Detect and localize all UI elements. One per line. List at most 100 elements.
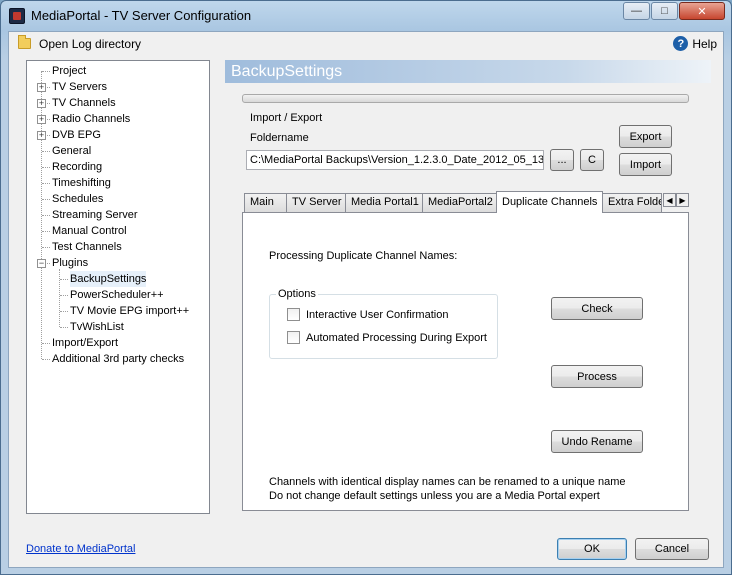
progress-bar	[242, 94, 689, 103]
tree-item-import-export[interactable]: Import/Export	[27, 335, 209, 351]
tree-item-label: Additional 3rd party checks	[52, 353, 185, 365]
settings-tree[interactable]: Project + TV Servers + TV Channels + Radio Cha…	[26, 60, 210, 514]
tree-connector	[42, 247, 50, 248]
tree-item-general[interactable]: General	[27, 143, 209, 159]
toolbar: Open Log directory ? Help	[9, 32, 723, 56]
section-banner: BackupSettings	[225, 60, 711, 83]
ok-button[interactable]: OK	[557, 538, 627, 560]
tree-item-timeshifting[interactable]: Timeshifting	[27, 175, 209, 191]
minimize-button[interactable]: —	[623, 2, 650, 20]
tree-item-label: TvWishList	[70, 321, 124, 333]
tree-item-label: Manual Control	[52, 225, 127, 237]
tree-item-label: Schedules	[52, 193, 104, 205]
tree-item-label: Plugins	[52, 257, 89, 269]
tab-strip: Main TV Server Media Portal1 MediaPortal…	[242, 191, 689, 213]
tree-item-label: Streaming Server	[52, 209, 138, 221]
expand-icon[interactable]: +	[37, 83, 46, 92]
main-window: MediaPortal - TV Server Configuration — …	[0, 0, 732, 575]
expand-icon[interactable]: +	[37, 115, 46, 124]
rename-note: Channels with identical display names ca…	[269, 476, 626, 488]
close-button[interactable]: ✕	[679, 2, 725, 20]
tree-item-streaming-server[interactable]: Streaming Server	[27, 207, 209, 223]
help-button[interactable]: ? Help	[673, 36, 717, 51]
tab-scroll-right-icon[interactable]: ▶	[676, 193, 689, 207]
undo-rename-button[interactable]: Undo Rename	[551, 430, 643, 453]
tree-item-label: Recording	[52, 161, 103, 173]
window-controls: — □ ✕	[623, 2, 725, 20]
tree-item-tv-movie-epg-import[interactable]: TV Movie EPG import++	[27, 303, 209, 319]
options-title: Options	[276, 288, 318, 300]
tree-connector	[42, 359, 50, 360]
tree-item-label: Radio Channels	[52, 113, 131, 125]
check-button[interactable]: Check	[551, 297, 643, 320]
export-button[interactable]: Export	[619, 125, 672, 148]
options-group: Options Interactive User Confirmation Au…	[269, 288, 498, 359]
tab-scroll-left-icon[interactable]: ◀	[663, 193, 676, 207]
tree-item-radio-channels[interactable]: + Radio Channels	[27, 111, 209, 127]
tree-item-label: PowerScheduler++	[70, 289, 164, 301]
tree-item-recording[interactable]: Recording	[27, 159, 209, 175]
tab-main[interactable]: Main	[244, 193, 287, 212]
expert-warning-note: Do not change default settings unless yo…	[269, 490, 600, 502]
foldername-input[interactable]: C:\MediaPortal Backups\Version_1.2.3.0_D…	[246, 150, 544, 170]
automated-processing-option[interactable]: Automated Processing During Export	[287, 331, 487, 344]
tree-item-tv-channels[interactable]: + TV Channels	[27, 95, 209, 111]
tree-item-manual-control[interactable]: Manual Control	[27, 223, 209, 239]
tree-connector	[42, 151, 50, 152]
tree-item-label: Timeshifting	[52, 177, 111, 189]
folder-icon[interactable]	[18, 35, 31, 49]
help-label: Help	[692, 36, 717, 51]
tree-connector	[42, 199, 50, 200]
tree-connector	[60, 295, 68, 296]
tree-connector	[42, 167, 50, 168]
tree-item-plugins[interactable]: − Plugins	[27, 255, 209, 271]
donate-link[interactable]: Donate to MediaPortal	[26, 543, 135, 555]
process-button[interactable]: Process	[551, 365, 643, 388]
tree-item-label: General	[52, 145, 92, 157]
interactive-confirmation-label: Interactive User Confirmation	[306, 308, 449, 321]
collapse-icon[interactable]: −	[37, 259, 46, 268]
tree-connector	[60, 327, 68, 328]
tab-control: Main TV Server Media Portal1 MediaPortal…	[242, 191, 689, 511]
processing-heading: Processing Duplicate Channel Names:	[269, 250, 458, 262]
tree-item-project[interactable]: Project	[27, 63, 209, 79]
help-icon: ?	[673, 36, 689, 51]
tree-item-label: Import/Export	[52, 337, 119, 349]
expand-icon[interactable]: +	[37, 131, 46, 140]
tree-item-additional-3rd-party-checks[interactable]: Additional 3rd party checks	[27, 351, 209, 367]
tree-connector	[42, 183, 50, 184]
import-export-group: Import / Export Foldername C:\MediaPorta…	[242, 110, 689, 180]
tree-item-dvb-epg[interactable]: + DVB EPG	[27, 127, 209, 143]
tree-item-tvwishlist[interactable]: TvWishList	[27, 319, 209, 335]
tab-mediaportal2[interactable]: MediaPortal2	[422, 193, 497, 212]
tab-tv-server[interactable]: TV Server	[286, 193, 346, 212]
cancel-button[interactable]: Cancel	[635, 538, 709, 560]
automated-processing-checkbox[interactable]	[287, 331, 300, 344]
expand-icon[interactable]: +	[37, 99, 46, 108]
title-bar[interactable]: MediaPortal - TV Server Configuration — …	[1, 1, 731, 31]
tab-media-portal1[interactable]: Media Portal1	[345, 193, 423, 212]
tree-item-schedules[interactable]: Schedules	[27, 191, 209, 207]
window-title: MediaPortal - TV Server Configuration	[31, 8, 252, 23]
browse-button[interactable]: ...	[550, 149, 574, 171]
tree-connector	[42, 71, 50, 72]
tree-item-test-channels[interactable]: Test Channels	[27, 239, 209, 255]
interactive-confirmation-checkbox[interactable]	[287, 308, 300, 321]
tree-item-tv-servers[interactable]: + TV Servers	[27, 79, 209, 95]
open-log-directory-button[interactable]: Open Log directory	[39, 37, 141, 51]
tree-connector	[60, 279, 68, 280]
tree-item-powerscheduler[interactable]: PowerScheduler++	[27, 287, 209, 303]
foldername-label: Foldername	[250, 132, 309, 144]
tree-connector	[42, 343, 50, 344]
c-button[interactable]: C	[580, 149, 604, 171]
tree-item-backupsettings[interactable]: BackupSettings	[27, 271, 209, 287]
import-button[interactable]: Import	[619, 153, 672, 176]
maximize-button[interactable]: □	[651, 2, 678, 20]
client-area: Open Log directory ? Help Project + TV Ser…	[8, 31, 724, 568]
tab-duplicate-channels[interactable]: Duplicate Channels	[496, 191, 603, 213]
automated-processing-label: Automated Processing During Export	[306, 331, 487, 344]
tree-item-label: BackupSettings	[70, 271, 147, 287]
tree-item-label: DVB EPG	[52, 129, 101, 141]
interactive-confirmation-option[interactable]: Interactive User Confirmation	[287, 308, 448, 321]
tab-extra-folders[interactable]: Extra Folde	[602, 193, 662, 212]
